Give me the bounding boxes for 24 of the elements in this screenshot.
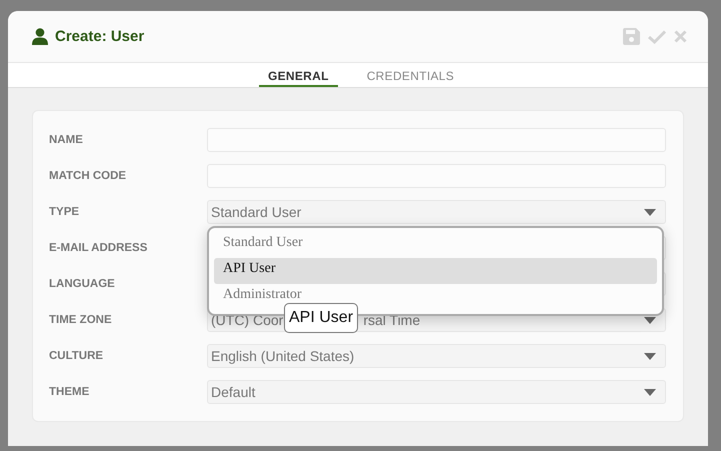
user-icon [32,28,48,45]
field-label: LANGUAGE [49,278,116,290]
caret-icon [644,388,656,396]
field-label: CULTURE [49,350,104,362]
dialog-title: Create: User [55,28,144,45]
close-icon[interactable] [674,30,687,43]
dropdown-option[interactable]: API User [214,258,657,284]
field-label: TYPE [49,206,80,218]
caret-icon [644,208,656,216]
dropdown-field[interactable]: English (United States) [207,344,666,368]
field-label: NAME [49,134,84,146]
tab[interactable]: GENERAL [258,63,338,87]
dropdown-option[interactable]: Standard User [214,232,657,258]
field-label: TIME ZONE [49,314,113,326]
save-icon[interactable] [623,28,640,45]
dropdown-field[interactable]: Default [207,380,666,404]
tab[interactable]: CREDENTIALS [358,63,464,87]
field-label: THEME [49,386,90,398]
caret-icon [644,352,656,360]
field-label: E-MAIL ADDRESS [49,242,148,254]
field-label: MATCH CODE [49,170,128,182]
checkmark-icon[interactable] [648,30,666,44]
dropdown-field[interactable]: Standard User [207,200,666,224]
tooltip: API User [284,303,358,333]
